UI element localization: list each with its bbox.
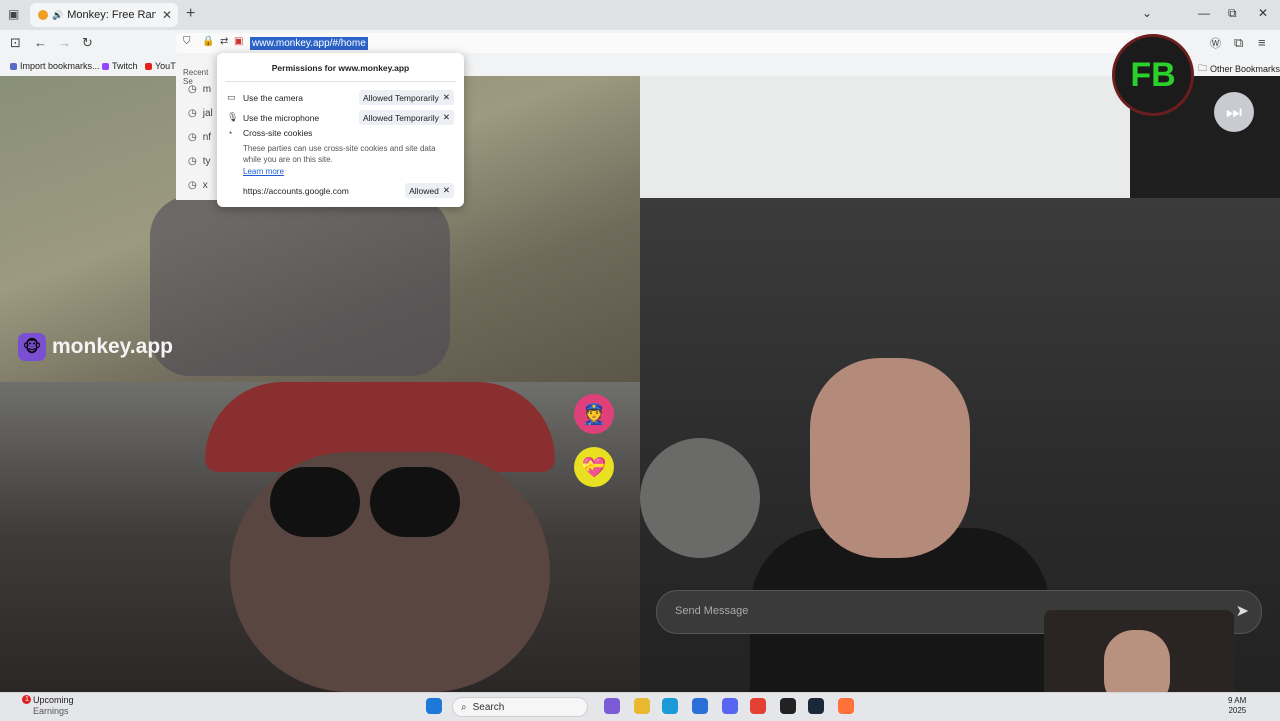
lock-icon[interactable]: 🔒 [202,36,214,47]
skip-next-button[interactable]: ⏭ [1214,92,1254,132]
taskbar: 1 Upcoming Earnings ⌕ Search 9 AM 2025 [0,692,1280,721]
video-stranger [0,382,640,692]
history-icon: ◷ [188,84,197,95]
cookies-description: These parties can use cross-site cookies… [243,144,436,164]
permissions-title: Permissions for www.monkey.app [271,63,410,73]
tab-bar: ▣ 🔊 Monkey: Free Random Vide ✕ + ⌄ — ⧉ ✕ [0,0,1280,30]
camera-indicator-icon[interactable]: ▣ [234,36,243,47]
clock[interactable]: 9 AM 2025 [1228,696,1246,716]
recent-item[interactable]: ◷ m [188,84,211,95]
tab-title: Monkey: Free Random Vide [67,9,156,21]
gift-heart-button[interactable]: 💝 [574,447,614,487]
recent-item[interactable]: ◷ jal [188,108,213,119]
history-icon: ◷ [188,156,197,167]
recent-searches: Recent Se ◷ m ◷ jal ◷ nf ◷ ty ◷ x [176,60,220,200]
recent-item[interactable]: ◷ ty [188,156,211,167]
url-text[interactable]: www.monkey.app/#/home [250,37,368,50]
learn-more-link[interactable]: Learn more [243,167,284,176]
minimize-button[interactable]: — [1198,6,1210,20]
store-icon[interactable] [692,698,708,714]
taskbar-search[interactable]: ⌕ Search [452,697,588,717]
permissions-icon[interactable]: ⇄ [220,36,228,47]
bookmark-twitch[interactable]: Twitch [102,61,138,71]
bookmark-import[interactable]: Import bookmarks... [10,61,100,71]
monkey-favicon-icon [38,10,48,20]
report-police-button[interactable]: 👮 [574,394,614,434]
edge-icon[interactable] [662,698,678,714]
extensions-icon[interactable]: ⧉ [1234,35,1243,51]
permission-cookies: ◔ Cross-site cookies [227,128,313,138]
streamer-badge: FB [1112,34,1194,116]
tab-close-button[interactable]: ✕ [162,8,172,22]
message-placeholder: Send Message [675,605,749,617]
steam-icon[interactable] [808,698,824,714]
youtube-icon [145,62,152,70]
camera-icon: ▭ [227,92,236,102]
copilot-icon[interactable] [604,698,620,714]
recent-item[interactable]: ◷ nf [188,132,211,143]
shield-icon[interactable]: ⛉ [183,36,191,47]
windows-start-icon[interactable] [426,698,442,714]
monkey-face-icon: 🐵 [18,333,46,361]
reload-button[interactable]: ↻ [82,35,93,51]
back-button[interactable]: ← [34,35,47,50]
history-icon: ◷ [188,180,197,191]
menu-icon[interactable]: ≡ [1258,35,1266,50]
tab-list-chevron-icon[interactable]: ⌄ [1142,6,1152,20]
tab-overview-icon[interactable]: ▣ [8,7,19,21]
app-icon[interactable] [780,698,796,714]
cookie-site-row: https://accounts.google.com Allowed ✕ [243,183,454,198]
sidebar-icon[interactable]: ⊡ [10,35,21,51]
recent-item[interactable]: ◷ x [188,180,208,191]
tab-monkey[interactable]: 🔊 Monkey: Free Random Vide ✕ [30,3,178,27]
history-icon: ◷ [188,108,197,119]
account-icon[interactable]: Ⓦ [1210,35,1221,51]
bookmark-youtube[interactable]: YouT [145,61,176,71]
speaker-icon[interactable]: 🔊 [52,10,63,21]
search-icon: ⌕ [461,701,467,713]
camera-status: Allowed Temporarily ✕ [358,90,454,105]
file-explorer-icon[interactable] [634,698,650,714]
permissions-popup: Permissions for www.monkey.app ▭ Use the… [217,53,464,207]
permission-camera: ▭ Use the camera Allowed Temporarily ✕ [227,90,454,105]
maximize-button[interactable]: ⧉ [1228,6,1237,21]
firefox-icon[interactable] [838,698,854,714]
new-tab-button[interactable]: + [186,5,195,23]
send-icon[interactable]: ➤ [1236,601,1249,621]
dropdown-backdrop [640,76,1130,198]
bookmark-other[interactable]: 🗀 Other Bookmarks [1198,61,1280,77]
discord-icon[interactable] [722,698,738,714]
cookie-site-status: Allowed ✕ [405,183,454,198]
microphone-icon: 🎙 [227,112,239,122]
permission-microphone: 🎙 Use the microphone Allowed Temporarily… [227,110,454,125]
revoke-camera-button[interactable]: ✕ [443,92,450,103]
news-widget[interactable]: 1 Upcoming Earnings [18,695,74,717]
revoke-cookie-button[interactable]: ✕ [443,185,450,196]
import-icon [10,62,17,70]
monkey-logo: 🐵 monkey.app [18,333,173,361]
chrome-icon[interactable] [750,698,766,714]
forward-button[interactable]: → [58,35,71,50]
twitch-icon [102,62,109,70]
close-window-button[interactable]: ✕ [1258,6,1268,20]
cookie-icon: ◔ [227,128,233,138]
revoke-microphone-button[interactable]: ✕ [443,112,450,123]
microphone-status: Allowed Temporarily ✕ [358,110,454,125]
history-icon: ◷ [188,132,197,143]
folder-icon: 🗀 [1198,63,1208,73]
